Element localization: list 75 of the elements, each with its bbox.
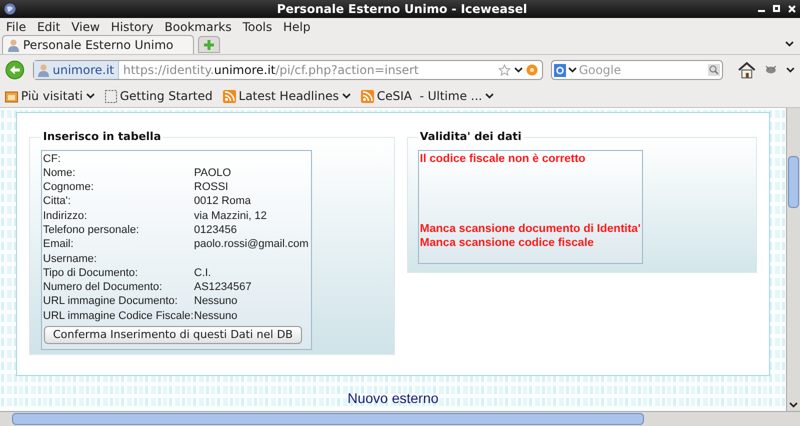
menu-item[interactable]: History	[110, 18, 154, 36]
chevron-icon	[86, 93, 95, 99]
tab[interactable]: Personale Esterno Unimo	[2, 35, 194, 54]
feed-icon	[222, 90, 236, 102]
vertical-scrollbar[interactable]	[786, 108, 800, 411]
field-value: paolo.rossi@gmail.com	[194, 237, 308, 252]
field-value: 0012 Roma	[194, 194, 251, 209]
home-icon[interactable]	[736, 61, 756, 79]
chevron-icon[interactable]	[789, 402, 798, 408]
field-label: URL immagine Documento:	[43, 294, 179, 309]
panel-legend: Inserisco in tabella	[41, 129, 163, 146]
feed-icon	[360, 90, 374, 102]
bookmark-item[interactable]: Getting Started	[104, 87, 213, 105]
globe-icon	[4, 3, 16, 15]
site-identity-button[interactable]: unimore.it	[34, 61, 120, 79]
plus-icon	[204, 40, 214, 50]
field-label: Numero del Documento:	[43, 280, 164, 294]
error-message: Manca scansione documento di Identita'	[420, 222, 641, 236]
bookmark-item[interactable]: Più visitati	[5, 87, 95, 105]
field-value: 0123456	[194, 222, 237, 238]
field-label: Cognome:	[43, 180, 95, 194]
close-icon[interactable]	[788, 5, 796, 13]
horizontal-scrollbar[interactable]	[0, 411, 800, 426]
maximize-icon[interactable]	[773, 5, 780, 12]
bug-icon[interactable]	[764, 64, 778, 76]
menu-item[interactable]: File	[6, 18, 26, 36]
error-message: Manca scansione codice fiscale	[420, 236, 594, 250]
field-value: ROSSI	[194, 180, 228, 194]
field-label: Nome:	[43, 166, 76, 180]
search-icon[interactable]	[708, 64, 720, 76]
field-label: Citta':	[43, 194, 72, 209]
menu-item[interactable]: Tools	[242, 18, 272, 36]
field-value: C.I.	[194, 266, 212, 280]
field-label: Username:	[43, 252, 98, 266]
field-label: Email:	[43, 237, 75, 252]
chevron-icon[interactable]	[568, 67, 577, 73]
menu-item[interactable]: Help	[283, 18, 310, 36]
new-external-link[interactable]: Nuovo esterno	[347, 388, 439, 409]
field-label: URL immagine Codice Fiscale:	[43, 308, 194, 324]
field-value: via Mazzini, 12	[194, 208, 267, 223]
field-label: Telefono personale:	[43, 222, 140, 238]
person-icon	[8, 38, 19, 52]
scrollbar-thumb[interactable]	[788, 156, 799, 208]
chevron-icon[interactable]	[785, 41, 794, 47]
url-text: https://identity.unimore.it/pi/cf.php?action=insert	[123, 62, 419, 79]
error-message: Il codice fiscale non è corretto	[420, 152, 586, 166]
chevron-icon[interactable]	[786, 67, 795, 73]
field-value: Nessuno	[194, 294, 238, 309]
bookmark-item[interactable]: CeSIA - Ultime ...	[360, 87, 494, 105]
confirm-button[interactable]: Conferma Inserimento di questi Dati nel DB	[44, 326, 302, 344]
panel-legend: Validita' dei dati	[418, 129, 524, 146]
bookmark-item[interactable]: Latest Headlines	[222, 87, 351, 105]
page-icon	[104, 90, 117, 102]
field-value: PAOLO	[194, 166, 232, 180]
scrollbar-thumb[interactable]	[12, 413, 644, 425]
menu-item[interactable]: Edit	[37, 18, 60, 36]
folder-icon	[5, 90, 18, 102]
field-value: AS1234567	[194, 280, 252, 294]
star-icon[interactable]	[498, 64, 511, 76]
chevron-icon	[342, 93, 351, 99]
field-label: Indirizzo:	[43, 208, 88, 223]
menu-item[interactable]: View	[71, 18, 100, 36]
menu-item[interactable]: Bookmarks	[164, 18, 232, 36]
field-label: CF:	[43, 152, 62, 166]
chevron-icon	[485, 93, 494, 99]
search-input[interactable]: Google	[578, 61, 706, 79]
person-icon	[38, 64, 49, 76]
field-label: Tipo di Documento:	[43, 266, 139, 280]
search-field[interactable]: Google	[550, 60, 723, 80]
window-title: Personale Esterno Unimo - Iceweasel	[276, 1, 528, 18]
google-g-icon[interactable]	[554, 64, 566, 76]
back-icon[interactable]	[5, 60, 25, 80]
chevron-icon[interactable]	[514, 67, 523, 73]
address-field[interactable]: unimore.it https://identity.unimore.it/pi/cf.php?action=insert	[32, 60, 543, 80]
field-value: Nessuno	[194, 308, 238, 324]
